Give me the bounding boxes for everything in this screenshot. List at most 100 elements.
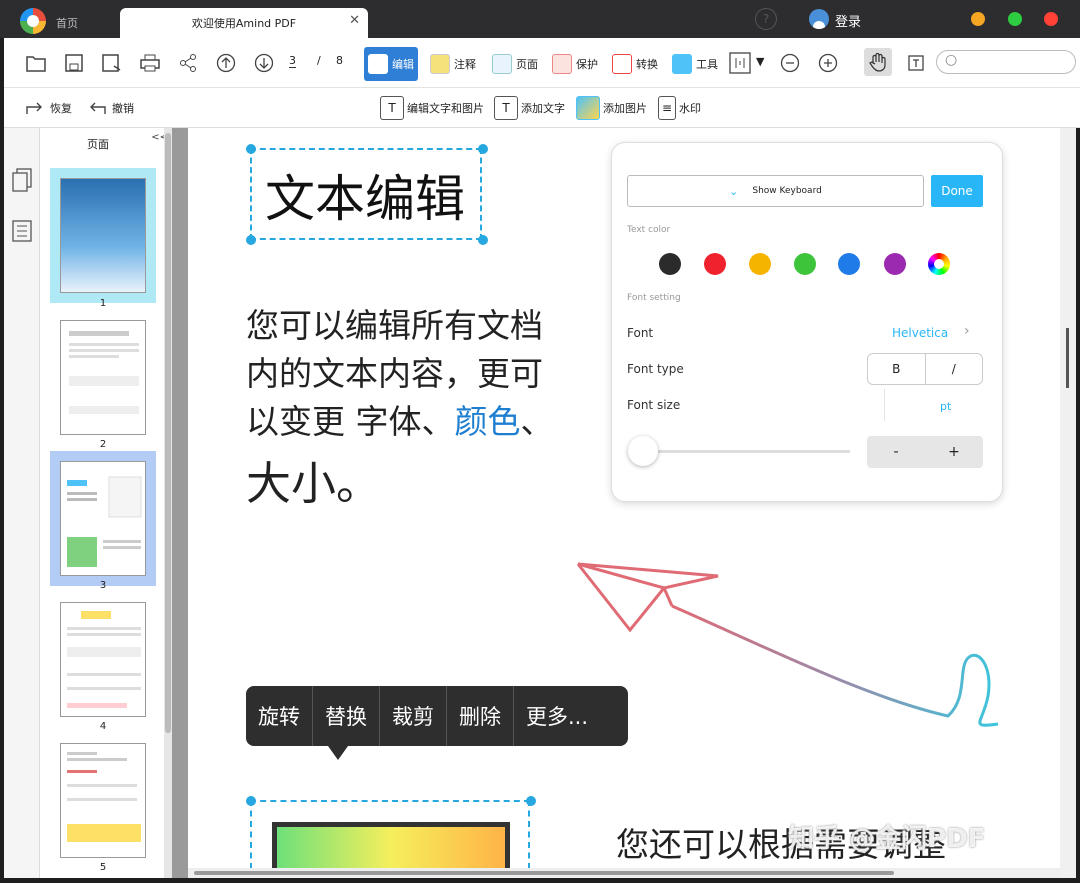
edit-text-image-label: 编辑文字和图片 [407, 102, 484, 115]
resize-handle[interactable] [526, 796, 536, 806]
page-thumbnail-number: 1 [99, 298, 107, 309]
current-page-input[interactable]: 3 [289, 54, 296, 68]
custom-color-picker-icon[interactable] [928, 253, 950, 275]
context-menu-pointer [328, 746, 348, 760]
font-type-toggle: B / [867, 353, 983, 385]
page-horizontal-scrollbar[interactable] [188, 868, 1060, 878]
mode-edit-button[interactable]: 编辑 [364, 47, 418, 81]
zoom-out-icon[interactable] [778, 51, 802, 75]
color-swatch-yellow[interactable] [749, 253, 771, 275]
mode-edit-label: 编辑 [392, 58, 414, 71]
page-vertical-scrollbar[interactable] [1060, 128, 1076, 878]
add-text-button[interactable]: T 添加文字 [494, 96, 565, 120]
minimize-button[interactable] [971, 12, 985, 26]
font-size-label: Font size [627, 398, 681, 412]
title-bar: 首页 欢迎使用Amind PDF ✕ ? 登录 [0, 0, 1080, 38]
print-icon[interactable] [138, 51, 162, 75]
mode-tools-button[interactable]: 工具 [668, 47, 722, 81]
mode-protect-label: 保护 [576, 58, 598, 71]
mode-page-button[interactable]: 页面 [488, 47, 542, 81]
watermark-button[interactable]: ≡ 水印 [658, 96, 701, 120]
document-page[interactable]: 文本编辑 您可以编辑所有文档 内的文本内容，更可 以变更 字体、颜色、 大小。 … [188, 128, 1060, 868]
save-icon[interactable] [62, 51, 86, 75]
large-text-line[interactable]: 大小。 [246, 456, 381, 512]
rotate-menu-item[interactable]: 旋转 [246, 686, 313, 746]
mode-protect-button[interactable]: 保护 [548, 47, 602, 81]
font-family-selector[interactable]: Helvetica [892, 326, 948, 340]
resize-handle[interactable] [246, 796, 256, 806]
chevron-right-icon[interactable]: › [964, 323, 970, 339]
color-swatch-black[interactable] [659, 253, 681, 275]
help-icon[interactable]: ? [755, 8, 777, 30]
select-text-tool-icon[interactable] [904, 51, 928, 75]
page-view-icon[interactable] [728, 51, 752, 75]
page-thumbnail-number: 2 [99, 439, 107, 450]
redo-button[interactable]: 恢复 [24, 96, 72, 120]
undo-button[interactable]: 撤销 [86, 96, 134, 120]
color-swatch-purple[interactable] [884, 253, 906, 275]
page-heading[interactable]: 文本编辑 [248, 150, 482, 240]
hand-tool-icon[interactable] [864, 48, 892, 76]
color-swatch-blue[interactable] [838, 253, 860, 275]
close-window-button[interactable] [1044, 12, 1058, 26]
image-context-menu: 旋转 替换 裁剪 删除 更多... [246, 686, 628, 746]
outline-panel-icon[interactable] [12, 220, 32, 246]
delete-menu-item[interactable]: 删除 [447, 686, 514, 746]
user-avatar-icon[interactable] [809, 9, 829, 29]
main-toolbar: 3 / 8 编辑 注释 页面 保护 转换 工具 ▼ ○ [4, 38, 1080, 88]
mode-annotate-button[interactable]: 注释 [426, 47, 480, 81]
search-input[interactable]: ○ [936, 50, 1076, 74]
color-swatch-green[interactable] [794, 253, 816, 275]
divider [884, 389, 885, 421]
share-icon[interactable] [176, 51, 200, 75]
maximize-button[interactable] [1008, 12, 1022, 26]
annotate-icon [430, 54, 450, 74]
tab-home[interactable]: 首页 [12, 8, 118, 38]
selected-image[interactable] [272, 822, 510, 868]
page-thumbnail-3[interactable] [50, 451, 156, 586]
open-folder-icon[interactable] [24, 51, 48, 75]
next-page-icon[interactable] [252, 51, 276, 75]
crop-menu-item[interactable]: 裁剪 [380, 686, 447, 746]
undo-icon [90, 102, 106, 114]
italic-button[interactable]: / [924, 354, 983, 384]
body-text-line[interactable]: 您可以编辑所有文档 [246, 302, 543, 350]
increase-size-button[interactable]: + [925, 436, 983, 468]
edit-text-image-button[interactable]: T 编辑文字和图片 [380, 96, 484, 120]
body-text-line[interactable]: 以变更 字体、颜色、 [246, 398, 554, 446]
page-thumbnail-number: 3 [99, 580, 107, 591]
done-button[interactable]: Done [931, 175, 983, 207]
redo-label: 恢复 [50, 102, 72, 115]
font-size-unit: pt [940, 400, 952, 413]
save-as-icon[interactable] [100, 51, 124, 75]
view-dropdown-icon[interactable]: ▼ [756, 55, 764, 68]
bold-button[interactable]: B [868, 354, 925, 384]
body-text-line[interactable]: 内的文本内容，更可 [246, 350, 543, 398]
edit-icon [368, 54, 388, 74]
chevron-down-icon: ⌄ [729, 184, 739, 198]
mode-convert-button[interactable]: 转换 [608, 47, 662, 81]
add-image-button[interactable]: 添加图片 [576, 96, 647, 120]
tab-document[interactable]: 欢迎使用Amind PDF ✕ [120, 8, 368, 38]
close-tab-icon[interactable]: ✕ [349, 13, 360, 28]
page-thumbnail-4[interactable] [60, 602, 146, 717]
zoom-in-icon[interactable] [816, 51, 840, 75]
convert-icon [612, 54, 632, 74]
decrease-size-button[interactable]: - [867, 436, 925, 468]
login-button[interactable]: 登录 [835, 11, 861, 30]
thumbnails-panel-icon[interactable] [12, 168, 32, 196]
page-thumbnail-2[interactable] [60, 320, 146, 435]
more-menu-item[interactable]: 更多... [514, 686, 600, 746]
replace-menu-item[interactable]: 替换 [313, 686, 380, 746]
page-gutter [172, 128, 188, 878]
page-thumbnail-5[interactable] [60, 743, 146, 858]
tab-document-label: 欢迎使用Amind PDF [191, 17, 297, 30]
font-size-slider-track[interactable] [642, 450, 850, 453]
color-swatch-red[interactable] [704, 253, 726, 275]
tab-home-label: 首页 [56, 17, 78, 30]
font-size-slider-handle[interactable] [628, 436, 658, 466]
show-keyboard-button[interactable]: ⌄ Show Keyboard [627, 175, 924, 207]
thumbnails-scrollbar[interactable] [164, 128, 172, 878]
page-thumbnail-1[interactable] [50, 168, 156, 303]
previous-page-icon[interactable] [214, 51, 238, 75]
